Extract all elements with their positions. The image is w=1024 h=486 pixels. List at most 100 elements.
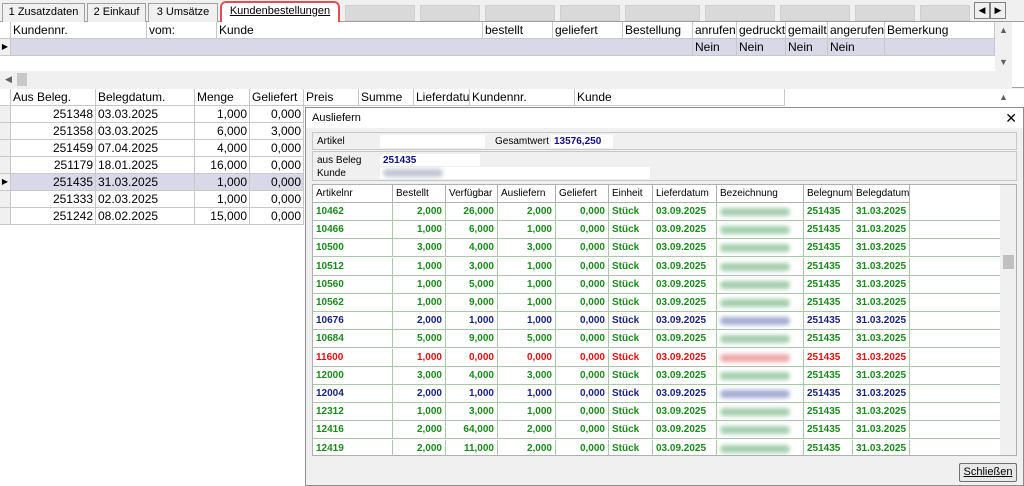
artikel-cell-artikel[interactable]: 10462 <box>313 203 393 221</box>
artikel-cell-lieferdatum[interactable]: 03.09.2025 <box>653 421 717 440</box>
schliessen-button[interactable]: Schließen <box>959 463 1017 482</box>
artikel-cell-ausliefern[interactable]: 1,000 <box>498 221 556 240</box>
beleg-vscrollbar[interactable]: ▲ <box>995 89 1012 109</box>
artikel-cell-artikel[interactable]: 10562 <box>313 294 393 312</box>
artikel-cell-belegdatum[interactable]: 31.03.2025 <box>853 330 910 349</box>
beleg-cell[interactable]: 251179 <box>11 157 96 174</box>
artikel-cell-beleg[interactable]: 251435 <box>804 366 853 385</box>
dlg-col-geliefert[interactable]: Geliefert <box>556 185 609 203</box>
dlg-col-ausliefern[interactable]: Ausliefern <box>498 185 556 203</box>
artikel-cell-bezeichnung[interactable] <box>717 275 804 294</box>
artikel-cell-einheit[interactable]: Stück <box>609 203 653 221</box>
dlg-col-lieferdatum[interactable]: Lieferdatum <box>653 185 717 203</box>
beleg-col-belegdatum[interactable]: Belegdatum. <box>96 89 195 106</box>
artikel-cell-ausliefern[interactable]: 1,000 <box>498 403 556 422</box>
beleg-col-kunde[interactable]: Kunde <box>575 89 785 106</box>
orders-col-angerufen[interactable]: angerufen <box>828 22 885 39</box>
artikel-cell-bezeichnung[interactable] <box>717 348 804 367</box>
orders-col-bestellt[interactable]: bestellt <box>483 22 553 39</box>
artikel-cell-belegdatum[interactable]: 31.03.2025 <box>853 257 910 276</box>
tab-hidden-8[interactable] <box>855 5 915 21</box>
artikel-cell-artikel[interactable]: 11600 <box>313 348 393 367</box>
artikel-cell-verfuegbar[interactable]: 1,000 <box>446 385 498 403</box>
artikel-cell-belegdatum[interactable]: 31.03.2025 <box>853 366 910 385</box>
artikel-cell-einheit[interactable]: Stück <box>609 421 653 440</box>
artikel-cell-ausliefern[interactable]: 0,000 <box>498 348 556 367</box>
artikel-cell-lieferdatum[interactable]: 03.09.2025 <box>653 366 717 385</box>
artikel-cell-bestellt[interactable]: 2,000 <box>393 385 446 403</box>
artikel-cell-geliefert[interactable]: 0,000 <box>556 330 609 349</box>
artikel-cell-beleg[interactable]: 251435 <box>804 439 853 455</box>
orders-col-geliefert[interactable]: geliefert <box>553 22 623 39</box>
artikel-cell-verfuegbar[interactable]: 6,000 <box>446 221 498 240</box>
beleg-cell[interactable]: 16,000 <box>195 157 250 174</box>
artikel-cell-bezeichnung[interactable] <box>717 239 804 258</box>
orders-col-vom[interactable]: vom: <box>147 22 217 39</box>
artikel-cell-belegdatum[interactable]: 31.03.2025 <box>853 239 910 258</box>
artikel-field[interactable] <box>380 135 485 148</box>
artikel-cell-bezeichnung[interactable] <box>717 312 804 331</box>
chevron-up-icon[interactable]: ▲ <box>995 89 1012 106</box>
artikel-cell-beleg[interactable]: 251435 <box>804 275 853 294</box>
artikel-cell-verfuegbar[interactable]: 3,000 <box>446 257 498 276</box>
tab-hidden-2[interactable] <box>420 5 480 21</box>
artikel-cell-beleg[interactable]: 251435 <box>804 221 853 240</box>
beleg-cell[interactable]: 0,000 <box>250 191 304 208</box>
orders-cell-bemerkung[interactable] <box>885 39 995 56</box>
orders-col-gemailt[interactable]: gemailt <box>786 22 828 39</box>
artikel-cell-verfuegbar[interactable]: 1,000 <box>446 312 498 331</box>
artikel-cell-bestellt[interactable]: 2,000 <box>393 312 446 331</box>
beleg-cell[interactable]: 0,000 <box>250 208 304 225</box>
orders-cell-gemailt[interactable]: Nein <box>786 39 828 56</box>
artikel-cell-verfuegbar[interactable]: 64,000 <box>446 421 498 440</box>
dlg-col-artikelnr[interactable]: Artikelnr <box>313 185 393 203</box>
artikel-cell-geliefert[interactable]: 0,000 <box>556 275 609 294</box>
artikel-cell-einheit[interactable]: Stück <box>609 312 653 331</box>
artikel-cell-einheit[interactable]: Stück <box>609 294 653 312</box>
artikel-cell-lieferdatum[interactable]: 03.09.2025 <box>653 294 717 312</box>
artikel-cell-ausliefern[interactable]: 3,000 <box>498 366 556 385</box>
artikel-cell-beleg[interactable]: 251435 <box>804 257 853 276</box>
beleg-col-menge[interactable]: Menge <box>195 89 250 106</box>
beleg-cell[interactable]: 07.04.2025 <box>96 140 195 157</box>
artikel-cell-einheit[interactable]: Stück <box>609 239 653 258</box>
beleg-cell[interactable]: 251348 <box>11 106 96 123</box>
artikel-cell-verfuegbar[interactable]: 26,000 <box>446 203 498 221</box>
tab-kundenbestellungen[interactable]: Kundenbestellungen <box>220 1 340 22</box>
chevron-up-icon[interactable]: ▲ <box>995 22 1012 39</box>
tab-scroll-left-button[interactable]: ◀ <box>974 2 990 19</box>
artikel-cell-beleg[interactable]: 251435 <box>804 421 853 440</box>
artikel-vscrollbar[interactable] <box>1000 185 1016 455</box>
artikel-cell-lieferdatum[interactable]: 03.09.2025 <box>653 312 717 331</box>
orders-cell-gedruckt[interactable]: Nein <box>737 39 786 56</box>
artikel-cell-ausliefern[interactable]: 1,000 <box>498 275 556 294</box>
tab-hidden-1[interactable] <box>345 5 415 21</box>
beleg-cell[interactable]: 31.03.2025 <box>96 174 195 191</box>
artikel-cell-artikel[interactable]: 12416 <box>313 421 393 440</box>
beleg-cell[interactable]: 0,000 <box>250 140 304 157</box>
artikel-cell-belegdatum[interactable]: 31.03.2025 <box>853 348 910 367</box>
artikel-cell-bezeichnung[interactable] <box>717 439 804 455</box>
artikel-cell-verfuegbar[interactable]: 3,000 <box>446 403 498 422</box>
artikel-cell-einheit[interactable]: Stück <box>609 403 653 422</box>
artikel-cell-bezeichnung[interactable] <box>717 294 804 312</box>
orders-col-gedruckt[interactable]: gedruckt <box>737 22 786 39</box>
artikel-cell-geliefert[interactable]: 0,000 <box>556 439 609 455</box>
beleg-cell[interactable]: 251459 <box>11 140 96 157</box>
chevron-down-icon[interactable]: ▼ <box>995 54 1012 71</box>
dlg-col-einheit[interactable]: Einheit <box>609 185 653 203</box>
artikel-cell-bestellt[interactable]: 2,000 <box>393 439 446 455</box>
artikel-cell-bestellt[interactable]: 3,000 <box>393 366 446 385</box>
beleg-cell[interactable]: 251242 <box>11 208 96 225</box>
beleg-cell[interactable]: 0,000 <box>250 174 304 191</box>
artikel-cell-artikel[interactable]: 10676 <box>313 312 393 331</box>
artikel-cell-belegdatum[interactable]: 31.03.2025 <box>853 221 910 240</box>
artikel-cell-bestellt[interactable]: 1,000 <box>393 257 446 276</box>
beleg-cell[interactable]: 18.01.2025 <box>96 157 195 174</box>
beleg-cell[interactable]: 1,000 <box>195 191 250 208</box>
artikel-cell-lieferdatum[interactable]: 03.09.2025 <box>653 403 717 422</box>
artikel-cell-lieferdatum[interactable]: 03.09.2025 <box>653 239 717 258</box>
orders-row-indicator[interactable]: ▶ <box>0 39 11 56</box>
artikel-cell-bestellt[interactable]: 2,000 <box>393 203 446 221</box>
artikel-cell-bezeichnung[interactable] <box>717 221 804 240</box>
